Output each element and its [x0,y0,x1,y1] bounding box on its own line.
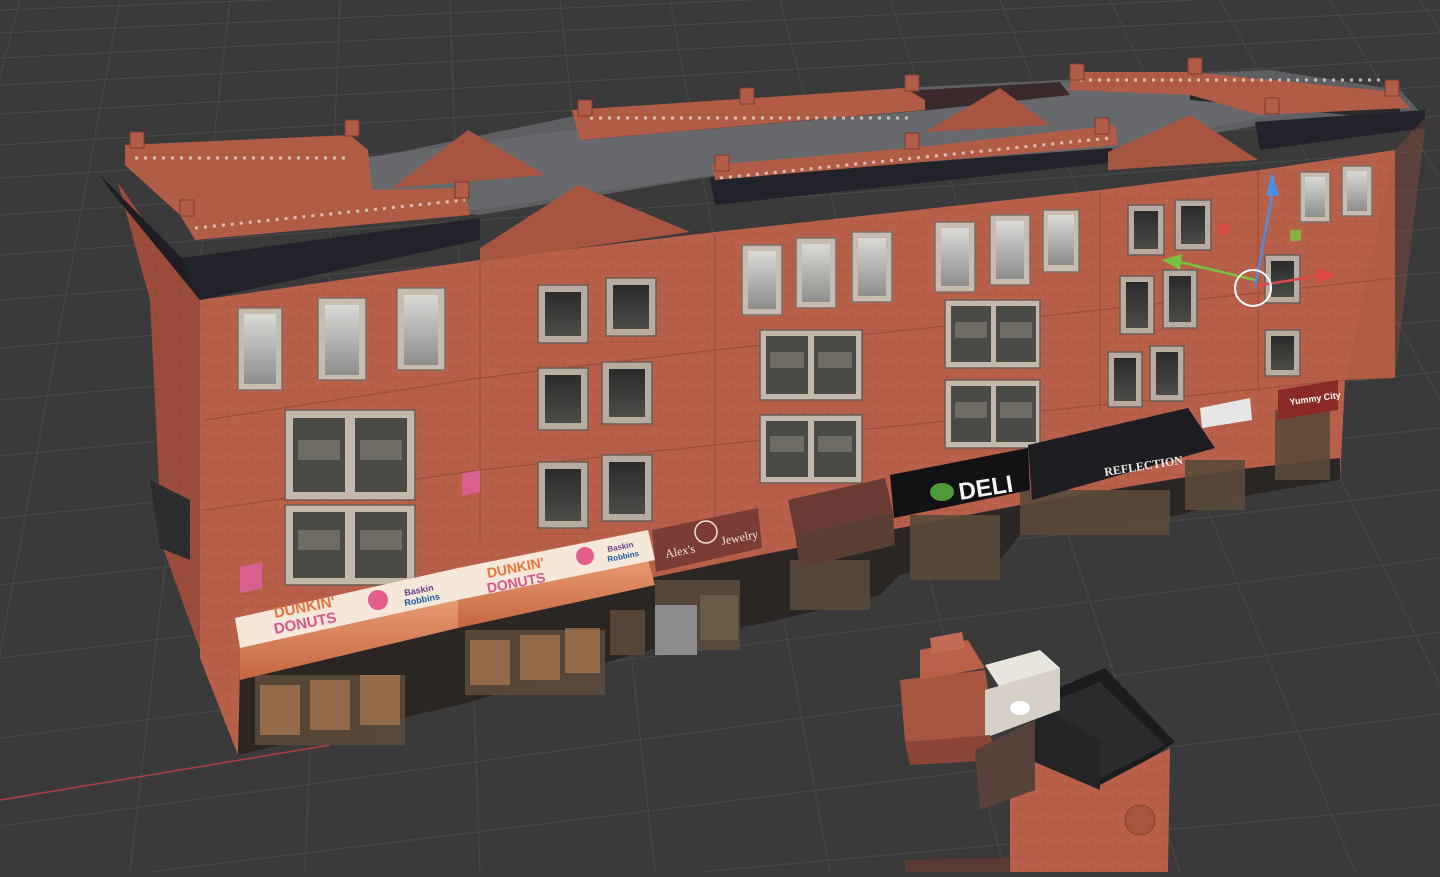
deli-logo-icon [930,483,954,501]
plane-handle-xz[interactable] [1218,224,1229,235]
x-axis-line [0,744,331,801]
shutter-door [655,605,697,655]
building-model[interactable]: DUNKIN' DONUTS Baskin Robbins DUNKIN' DO… [100,57,1425,755]
3d-viewport[interactable]: DUNKIN' DONUTS Baskin Robbins DUNKIN' DO… [0,0,1440,873]
secondary-object[interactable] [900,632,1175,872]
plane-handle-yz[interactable] [1290,230,1301,241]
